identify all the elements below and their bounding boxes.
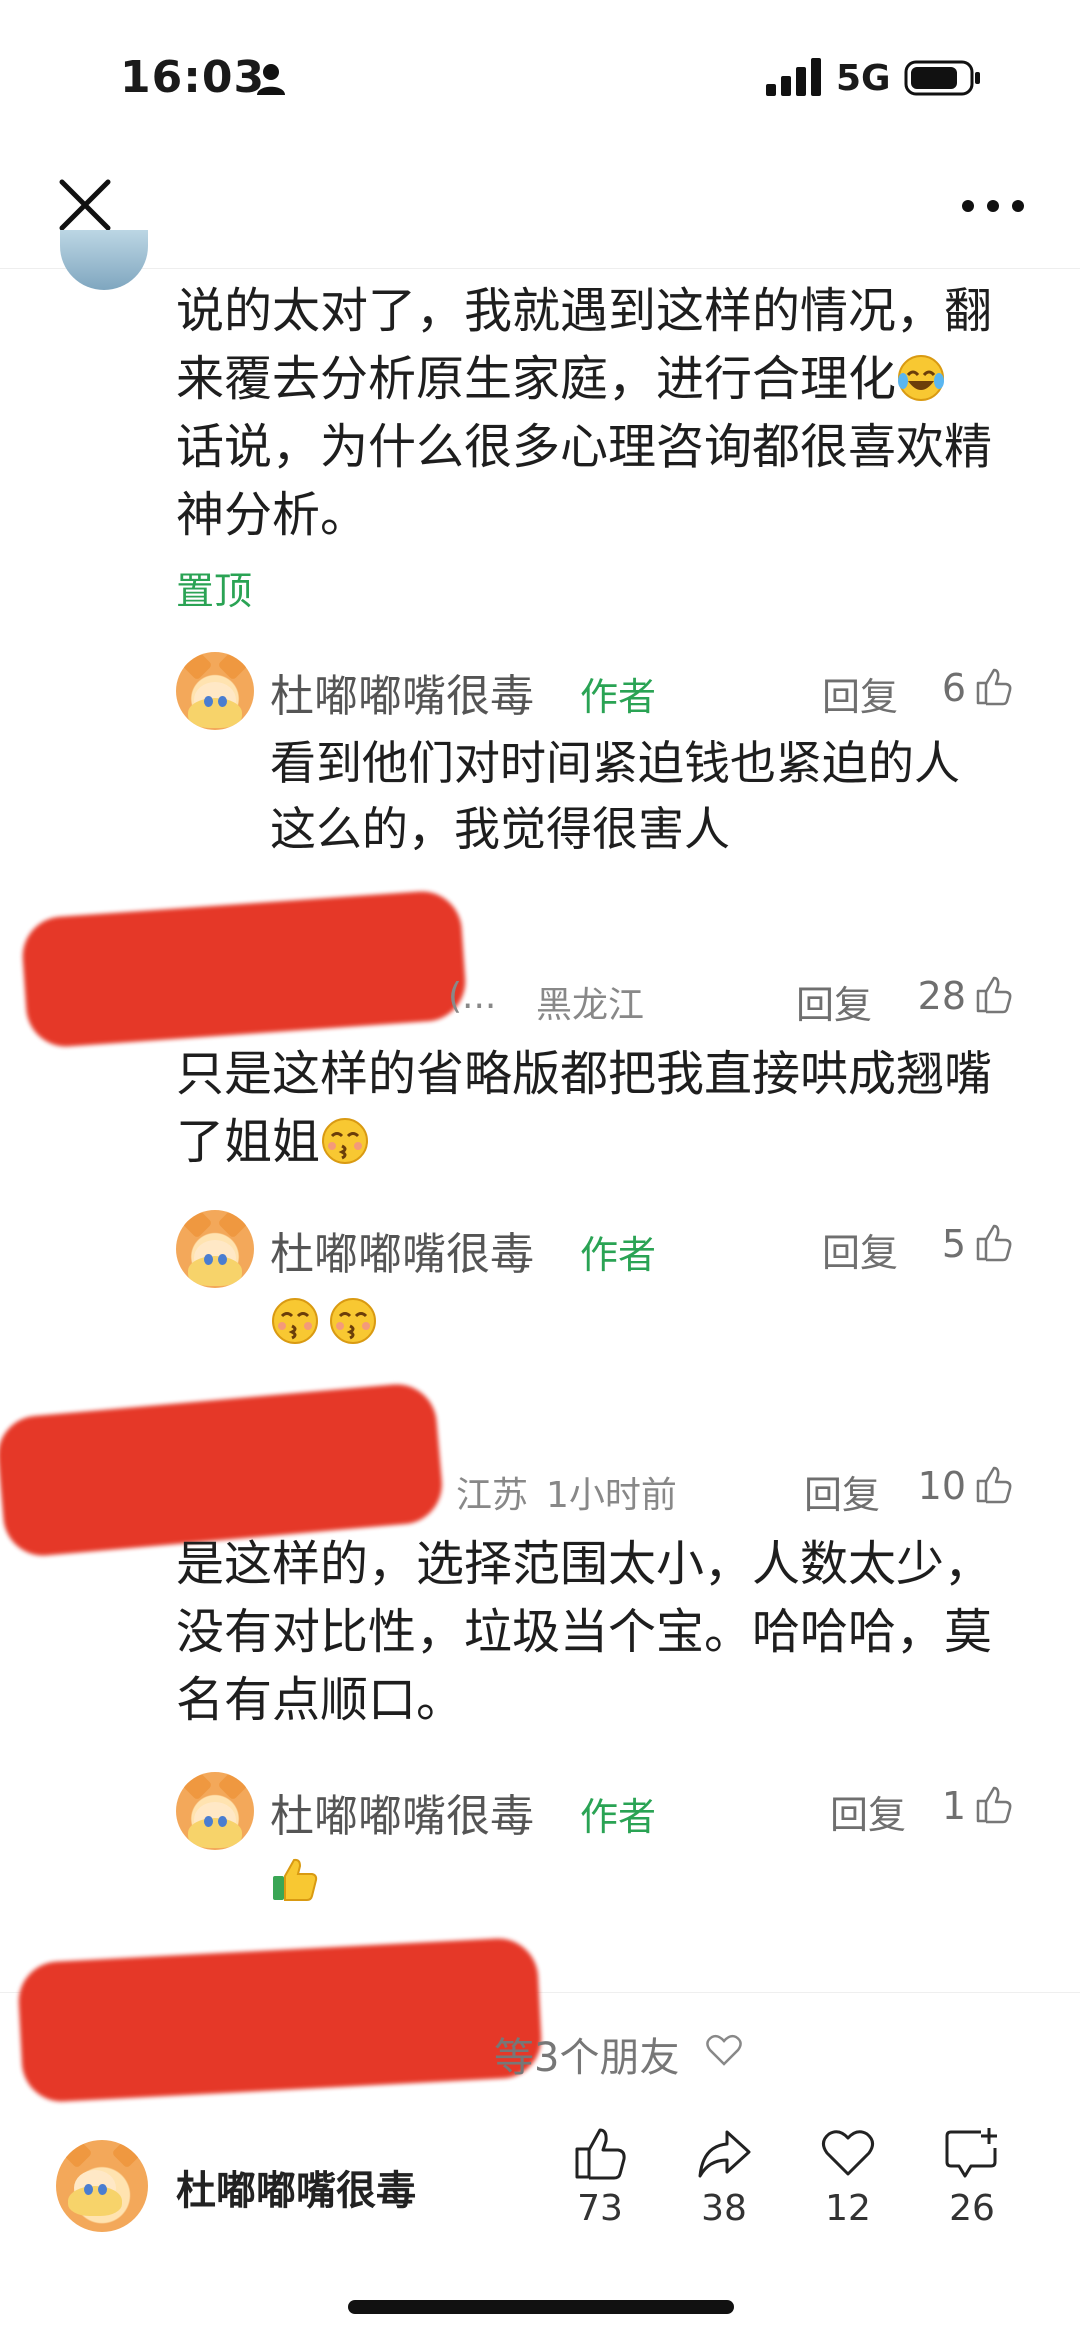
- laughing-tears-emoji: [898, 355, 945, 401]
- network-type: 5G: [836, 58, 891, 99]
- friends-liked-text[interactable]: 等3个朋友: [494, 2025, 679, 2083]
- comment-time: 1小时前: [546, 1475, 677, 1516]
- comment-text: 是这样的，选择范围太小，人数太少， 没有对比性，垃圾当个宝。哈哈哈，莫 名有点顺…: [176, 1536, 993, 1728]
- kissing-emoji: [272, 1298, 318, 1344]
- thumbs-up-icon[interactable]: [974, 1222, 1014, 1262]
- more-icon[interactable]: [958, 172, 1028, 232]
- kissing-emoji: [330, 1298, 376, 1344]
- heart-icon: [822, 2130, 874, 2176]
- favorite-count: 12: [825, 2188, 871, 2229]
- status-bar: 16:03 5G: [0, 0, 1080, 150]
- reply-button[interactable]: 回复: [796, 974, 872, 1029]
- comment-location: 黑龙江: [536, 985, 645, 1026]
- commenter-name-fragment: (...: [448, 976, 497, 1017]
- like-count: 28: [917, 974, 966, 1018]
- like-button[interactable]: 73: [560, 2124, 640, 2229]
- reply-text: 看到他们对时间紧迫钱也紧迫的人 这么的，我觉得很害人: [270, 736, 960, 856]
- author-avatar[interactable]: [176, 1772, 254, 1850]
- battery-icon: [904, 60, 980, 96]
- heart-icon[interactable]: [706, 2034, 742, 2066]
- reply-author-name[interactable]: 杜嘟嘟嘴很毒: [270, 1218, 534, 1282]
- reply-button[interactable]: 回复: [822, 666, 898, 721]
- nav-bar: [0, 150, 1080, 269]
- like-count: 1: [941, 1784, 966, 1828]
- person-icon: [257, 64, 285, 95]
- author-avatar[interactable]: [56, 2140, 148, 2232]
- author-tag: 作者: [580, 1233, 657, 1277]
- thumbs-up-icon[interactable]: [974, 1464, 1014, 1504]
- reply-author-name[interactable]: 杜嘟嘟嘴很毒: [270, 1780, 534, 1844]
- author-avatar[interactable]: [176, 652, 254, 730]
- post-comment-page: 16:03 5G 说的太对了，我就遇到这样的情况，翻 来覆去分析原生家庭，进行合…: [0, 0, 1080, 2339]
- comment-icon: [945, 2128, 997, 2178]
- home-indicator: [348, 2300, 734, 2314]
- comment-button[interactable]: 26: [932, 2124, 1012, 2229]
- commenter-avatar[interactable]: [60, 230, 148, 290]
- reply-button[interactable]: 回复: [830, 1784, 906, 1839]
- share-count: 38: [701, 2188, 747, 2229]
- thumbs-up-emoji: [273, 1858, 318, 1901]
- redacted-friends: [16, 1936, 544, 2104]
- comment-text: 只是这样的省略版都把我直接哄成翘嘴 了姐姐: [176, 1046, 993, 1170]
- like-count: 10: [917, 1464, 966, 1508]
- author-name[interactable]: 杜嘟嘟嘴很毒: [176, 2158, 416, 2216]
- share-icon: [698, 2130, 751, 2178]
- comment-text: 说的太对了，我就遇到这样的情况，翻 来覆去分析原生家庭，进行合理化 话说，为什么…: [176, 283, 993, 543]
- kissing-emoji: [322, 1118, 369, 1164]
- thumbs-up-icon[interactable]: [974, 1784, 1014, 1824]
- favorite-button[interactable]: 12: [808, 2124, 888, 2229]
- author-avatar[interactable]: [176, 1210, 254, 1288]
- thumbs-up-icon[interactable]: [974, 666, 1014, 706]
- reply-author-name[interactable]: 杜嘟嘟嘴很毒: [270, 660, 534, 724]
- share-button[interactable]: 38: [684, 2124, 764, 2229]
- thumbs-up-icon[interactable]: [974, 974, 1014, 1014]
- status-time: 16:03: [120, 52, 266, 103]
- pinned-label: 置顶: [176, 569, 253, 613]
- signal-icon: [766, 58, 821, 96]
- thumbs-up-icon: [575, 2128, 626, 2180]
- like-count: 6: [941, 666, 966, 710]
- reply-button[interactable]: 回复: [822, 1222, 898, 1277]
- author-tag: 作者: [580, 675, 657, 719]
- redacted-user: [20, 888, 468, 1050]
- reply-button[interactable]: 回复: [804, 1464, 880, 1519]
- author-tag: 作者: [580, 1795, 657, 1839]
- like-count: 5: [941, 1222, 966, 1266]
- comment-count: 26: [949, 2188, 995, 2229]
- comment-location: 江苏: [456, 1475, 529, 1516]
- like-count: 73: [577, 2188, 623, 2229]
